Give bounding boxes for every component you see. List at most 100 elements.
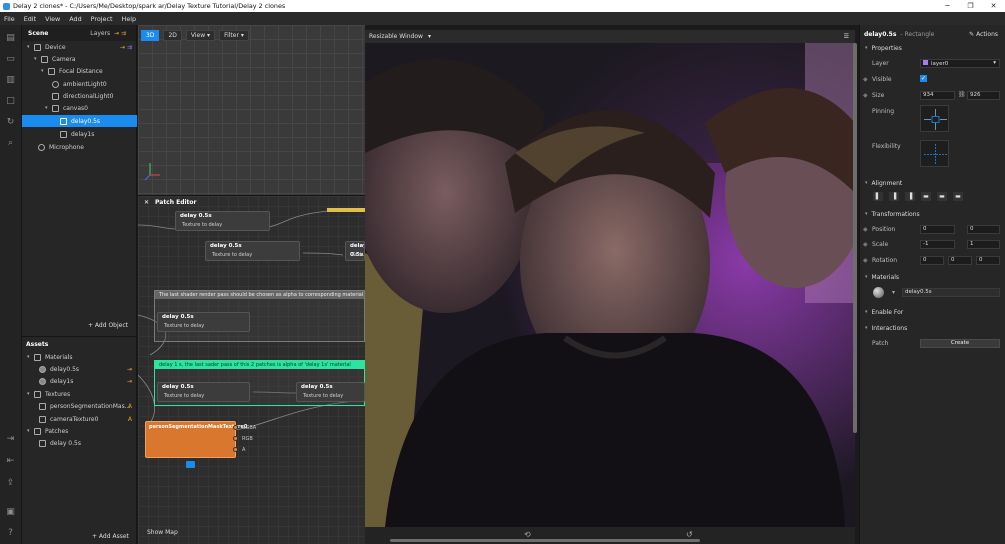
- close-button[interactable]: ✕: [982, 0, 1005, 12]
- maximize-button[interactable]: ❐: [959, 0, 982, 12]
- menu-file[interactable]: File: [4, 15, 15, 23]
- patch-node-delay[interactable]: delay 0.5s Texture to delay: [345, 241, 365, 261]
- size-height-input[interactable]: 926: [967, 91, 1000, 100]
- section-materials[interactable]: Materials: [860, 271, 1005, 283]
- camera-switch-icon[interactable]: ⟲: [524, 530, 531, 539]
- preview-horizontal-scrollbar[interactable]: [390, 539, 700, 542]
- menu-add[interactable]: Add: [69, 15, 81, 23]
- section-interactions[interactable]: Interactions: [860, 322, 1005, 334]
- asset-folder-materials[interactable]: ▾ Materials: [22, 351, 137, 363]
- section-properties[interactable]: Properties: [860, 42, 1005, 54]
- asset-material-delay05s[interactable]: delay0.5s ⇥: [22, 363, 137, 375]
- link-icon[interactable]: ⛓: [958, 91, 966, 98]
- tree-item-ambient-light[interactable]: ambientLight0: [22, 78, 137, 90]
- section-alignment[interactable]: Alignment: [860, 177, 1005, 189]
- keyframe-icon[interactable]: ◆: [863, 92, 868, 99]
- section-enable-for[interactable]: Enable For: [860, 306, 1005, 318]
- keyframe-icon[interactable]: ◆: [863, 76, 868, 83]
- align-right-icon[interactable]: ▐: [905, 192, 915, 201]
- link-icon[interactable]: ⇥: [127, 378, 132, 385]
- preview-vertical-scrollbar[interactable]: [853, 43, 857, 433]
- align-top-icon[interactable]: ▬: [921, 192, 931, 201]
- asset-patch-delay05s[interactable]: delay 0.5s: [22, 437, 137, 449]
- tree-item-delay05s[interactable]: delay0.5s: [22, 115, 137, 127]
- position-y-input[interactable]: 0: [967, 225, 1000, 234]
- port-rgba[interactable]: [233, 425, 238, 430]
- video-icon[interactable]: ▭: [5, 54, 16, 65]
- tree-item-canvas[interactable]: ▾ canvas0: [22, 102, 137, 114]
- patch-node-delay[interactable]: delay 0.5s Texture to delay: [157, 312, 250, 332]
- keyframe-icon[interactable]: ◆: [863, 257, 868, 264]
- tree-item-directional-light[interactable]: directionalLight0: [22, 90, 137, 102]
- rotate-icon[interactable]: ↺: [686, 530, 693, 539]
- tree-item-delay1s[interactable]: delay1s: [22, 128, 137, 140]
- chevron-down-icon[interactable]: ▾: [34, 56, 38, 62]
- import-icon[interactable]: ⇥: [5, 434, 16, 445]
- chevron-down-icon[interactable]: ▾: [892, 289, 895, 296]
- scale-x-input[interactable]: -1: [920, 240, 955, 249]
- align-left-icon[interactable]: ▌: [873, 192, 883, 201]
- tree-item-camera[interactable]: ▾ Camera: [22, 53, 137, 65]
- chevron-down-icon[interactable]: ▾: [428, 33, 431, 40]
- patch-node-delay[interactable]: delay 0.5s Texture to delay: [205, 241, 300, 261]
- link-icon[interactable]: ⇥: [127, 366, 132, 373]
- menu-help[interactable]: Help: [122, 15, 137, 23]
- menu-edit[interactable]: Edit: [24, 15, 36, 23]
- align-middle-icon[interactable]: ▬: [937, 192, 947, 201]
- search-icon[interactable]: ⌕: [5, 138, 16, 149]
- upload-icon[interactable]: ⇪: [5, 478, 16, 489]
- add-asset-button[interactable]: + Add Asset: [92, 533, 129, 540]
- keyframe-icon[interactable]: ◆: [863, 241, 868, 248]
- chevron-down-icon[interactable]: ▾: [27, 391, 31, 397]
- port-rgb[interactable]: [233, 436, 238, 441]
- chevron-down-icon[interactable]: ▾: [45, 105, 49, 111]
- asset-folder-patches[interactable]: ▾ Patches: [22, 425, 137, 437]
- device-actions-icon[interactable]: ⇥ ⇉: [120, 44, 132, 51]
- position-x-input[interactable]: 0: [920, 225, 955, 234]
- chevron-down-icon[interactable]: ▾: [27, 354, 31, 360]
- pinning-widget[interactable]: [920, 105, 949, 132]
- filter-dropdown[interactable]: Filter ▾: [219, 30, 249, 41]
- section-transformations[interactable]: Transformations: [860, 208, 1005, 220]
- asset-material-delay1s[interactable]: delay1s ⇥: [22, 375, 137, 387]
- person-segmentation-node[interactable]: personSegmentationMaskTexture0: [145, 421, 247, 458]
- show-map-button[interactable]: Show Map: [147, 529, 178, 536]
- visible-checkbox[interactable]: ✓: [920, 75, 927, 82]
- tree-item-device[interactable]: ▾ Device ⇥ ⇉: [22, 41, 137, 53]
- tree-item-focal-distance[interactable]: ▾ Focal Distance: [22, 65, 137, 77]
- tree-item-microphone[interactable]: Microphone: [22, 141, 137, 153]
- menu-icon[interactable]: ☰: [844, 33, 849, 40]
- layer-dropdown[interactable]: layer0 ▾: [920, 59, 1000, 68]
- menu-project[interactable]: Project: [91, 15, 113, 23]
- stop-icon[interactable]: □: [5, 96, 16, 107]
- node-expand-icon[interactable]: [186, 461, 195, 468]
- help-icon[interactable]: ?: [5, 528, 16, 539]
- patch-node-delay[interactable]: delay 0.5s Texture to delay: [175, 211, 270, 231]
- minimize-button[interactable]: ─: [936, 0, 959, 12]
- preview-size-dropdown[interactable]: Resizable Window: [369, 33, 423, 40]
- rotation-z-input[interactable]: 0: [976, 256, 1000, 265]
- port-alpha[interactable]: [233, 447, 238, 452]
- asset-folder-textures[interactable]: ▾ Textures: [22, 388, 137, 400]
- mode-2d-button[interactable]: 2D: [163, 30, 182, 41]
- actions-button[interactable]: ✎ Actions: [969, 31, 998, 38]
- rotation-x-input[interactable]: 0: [920, 256, 944, 265]
- export-icon[interactable]: ⇤: [5, 456, 16, 467]
- asset-texture-camera[interactable]: cameraTexture0 A: [22, 413, 137, 425]
- material-slot[interactable]: delay0.5s: [902, 288, 1000, 297]
- add-object-button[interactable]: + Add Object: [88, 322, 128, 329]
- keyframe-icon[interactable]: ◆: [863, 226, 868, 233]
- align-bottom-icon[interactable]: ▬: [953, 192, 963, 201]
- patch-node-delay[interactable]: delay 0.5s Texture to delay: [157, 382, 250, 402]
- chevron-down-icon[interactable]: ▾: [41, 68, 45, 74]
- size-width-input[interactable]: 934: [920, 91, 955, 100]
- chevron-down-icon[interactable]: ▾: [27, 44, 31, 50]
- mode-3d-button[interactable]: 3D: [141, 30, 160, 41]
- lock-icon[interactable]: ▣: [5, 507, 16, 518]
- menu-view[interactable]: View: [45, 15, 60, 23]
- rotation-y-input[interactable]: 0: [948, 256, 972, 265]
- scene-viewport[interactable]: [138, 25, 365, 195]
- refresh-icon[interactable]: ↻: [5, 117, 16, 128]
- create-patch-button[interactable]: Create: [920, 339, 1000, 348]
- scale-y-input[interactable]: 1: [967, 240, 1000, 249]
